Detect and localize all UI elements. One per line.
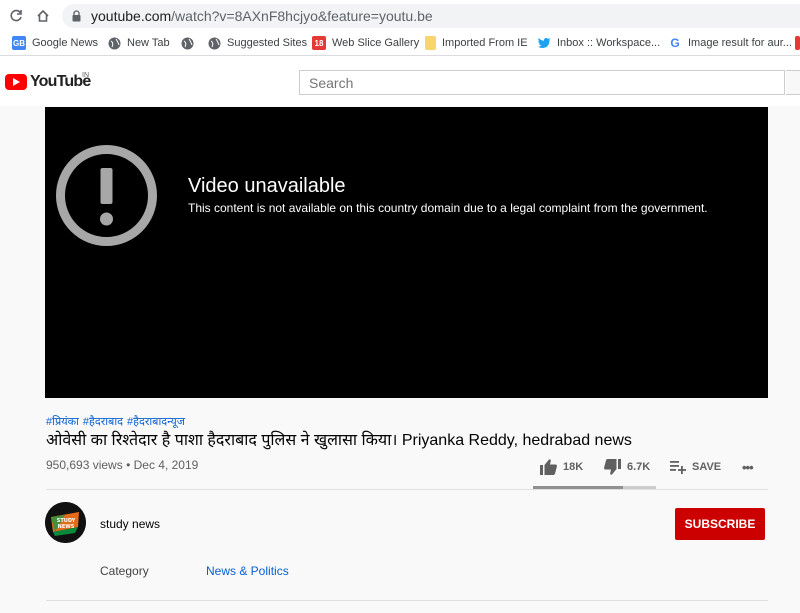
globe-icon — [207, 36, 221, 50]
bookmarks-bar: GB Google News New Tab Suggested Sites 18… — [0, 32, 800, 56]
lock-icon — [72, 9, 81, 27]
dislike-count: 6.7K — [627, 461, 651, 473]
svg-text:NEWS: NEWS — [58, 524, 75, 530]
url-text: youtube.com/watch?v=8AXnF8hcjyo&feature=… — [91, 8, 433, 24]
home-icon[interactable] — [33, 6, 53, 26]
like-button[interactable]: 18K — [540, 458, 583, 476]
more-actions-button[interactable]: ••• — [742, 458, 754, 476]
more-icon: ••• — [742, 459, 754, 475]
browser-toolbar: youtube.com/watch?v=8AXnF8hcjyo&feature=… — [0, 0, 800, 32]
bookmark-new-tab-globe[interactable] — [180, 35, 200, 51]
bookmark-image-result[interactable]: G Image result for aur... — [668, 35, 792, 51]
bookmark-new-tab[interactable]: New Tab — [107, 35, 170, 51]
address-bar[interactable]: youtube.com/watch?v=8AXnF8hcjyo&feature=… — [62, 4, 800, 28]
hashtag-link[interactable]: #प्रियंका — [46, 416, 79, 428]
error-title: Video unavailable — [188, 175, 346, 197]
exclamation-icon — [56, 145, 157, 246]
playlist-add-icon — [670, 461, 686, 474]
subscribe-button[interactable]: SUBSCRIBE — [675, 508, 765, 540]
dislike-button[interactable]: 6.7K — [604, 458, 650, 476]
youtube-header: YouTube IN Search — [0, 56, 800, 106]
error-message: This content is not available on this co… — [188, 201, 708, 215]
search-button[interactable] — [786, 70, 800, 95]
reload-icon[interactable] — [6, 6, 26, 26]
study-news-logo: STUDY NEWS — [45, 502, 86, 543]
view-count: 950,693 views — [46, 458, 123, 472]
hashtag-link[interactable]: #हैदराबाद — [83, 416, 123, 428]
bookmark-imported-from-ie[interactable]: Imported From IE — [425, 35, 528, 51]
divider — [46, 489, 768, 490]
thumbs-up-icon — [540, 459, 557, 475]
meta-separator: • — [126, 458, 131, 472]
bookmark-web-slice-gallery[interactable]: 18 Web Slice Gallery — [312, 35, 419, 51]
bookmark-overflow[interactable] — [795, 35, 800, 51]
globe-icon — [107, 36, 121, 50]
upload-date: Dec 4, 2019 — [133, 458, 199, 472]
video-meta: 950,693 views • Dec 4, 2019 — [46, 458, 198, 472]
hashtag-list: #प्रियंका #हैदराबाद #हैदराबादन्यूज — [46, 414, 189, 429]
channel-name[interactable]: study news — [100, 517, 160, 531]
twitter-bird-icon — [537, 36, 551, 50]
channel-avatar[interactable]: STUDY NEWS — [45, 502, 86, 543]
slice-icon: 18 — [312, 36, 326, 50]
category-link[interactable]: News & Politics — [206, 564, 289, 578]
bookmark-google-news[interactable]: GB Google News — [12, 35, 98, 51]
search-placeholder: Search — [309, 75, 354, 91]
category-label: Category — [100, 564, 149, 578]
video-player[interactable]: Video unavailable This content is not av… — [45, 107, 768, 398]
like-count: 18K — [563, 461, 584, 473]
bookmark-inbox-workspace[interactable]: Inbox :: Workspace... — [537, 35, 660, 51]
save-button[interactable]: SAVE — [670, 458, 721, 476]
youtube-play-icon — [5, 74, 27, 90]
save-label: SAVE — [692, 461, 722, 473]
google-news-icon: GB — [12, 36, 26, 50]
search-input[interactable]: Search — [299, 70, 785, 95]
overflow-icon — [795, 36, 800, 50]
hashtag-link[interactable]: #हैदराबादन्यूज — [127, 416, 185, 428]
country-code: IN — [82, 72, 89, 79]
divider — [46, 600, 768, 601]
google-g-icon: G — [670, 36, 680, 50]
youtube-logo[interactable]: YouTube IN — [5, 72, 91, 91]
video-title: ओवेसी का रिश्तेदार है पाशा हैदराबाद पुलि… — [46, 432, 632, 449]
thumbs-down-icon — [604, 459, 621, 475]
folder-icon — [425, 36, 436, 50]
bookmark-suggested-sites[interactable]: Suggested Sites — [207, 35, 307, 51]
globe-icon — [180, 36, 194, 50]
